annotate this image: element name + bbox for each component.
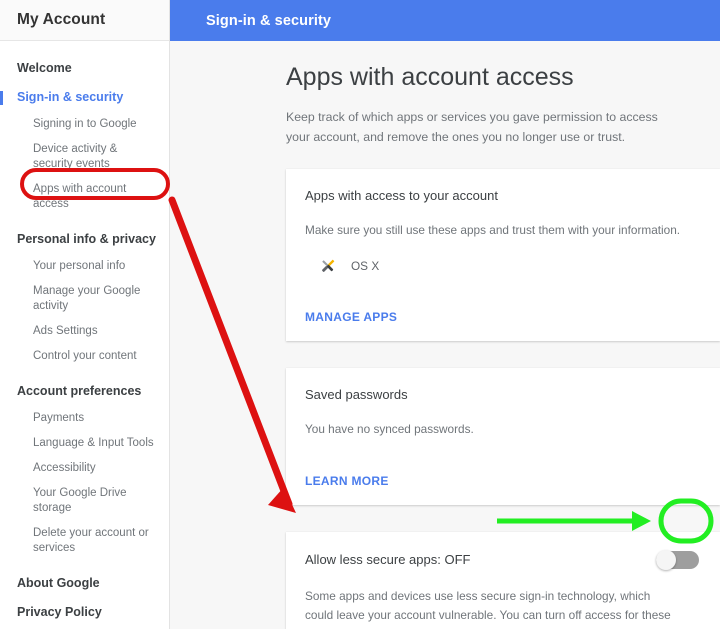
sidebar-nav: Welcome Sign-in & security Signing in to… <box>0 41 169 629</box>
sidebar-item-label: Personal info & privacy <box>17 232 156 246</box>
sidebar-item-about-google[interactable]: About Google <box>0 569 169 598</box>
sidebar-item-ads-settings[interactable]: Ads Settings <box>0 319 169 344</box>
account-header-title: My Account <box>17 11 106 28</box>
less-secure-description: Some apps and devices use less secure si… <box>305 589 671 629</box>
sidebar-item-label: Accessibility <box>33 462 96 474</box>
sidebar-item-label: Language & Input Tools <box>33 437 154 449</box>
top-bar: Sign-in & security <box>170 0 720 41</box>
sidebar-item-label: Sign-in & security <box>17 90 124 104</box>
sidebar-item-label: Account preferences <box>17 384 142 398</box>
less-secure-title: Allow less secure apps: OFF <box>305 552 471 567</box>
card-title: Saved passwords <box>305 387 408 402</box>
page-title: Apps with account access <box>286 63 574 91</box>
sidebar-item-welcome[interactable]: Welcome <box>0 54 169 83</box>
account-header: My Account <box>0 0 169 41</box>
sidebar-item-device-activity[interactable]: Device activity & security events <box>0 137 169 177</box>
card-subtitle: You have no synced passwords. <box>305 422 474 436</box>
card-subtitle: Make sure you still use these apps and t… <box>305 223 681 237</box>
card-apps-with-access: Apps with access to your account Make su… <box>286 169 720 341</box>
main-content: Apps with account access Keep track of w… <box>170 41 720 629</box>
learn-more-link[interactable]: LEARN MORE <box>305 474 389 488</box>
tools-icon <box>322 259 335 272</box>
sidebar-item-language-and-input-tools[interactable]: Language & Input Tools <box>0 431 169 456</box>
sidebar-item-label: Your personal info <box>33 260 126 272</box>
active-indicator <box>0 91 3 105</box>
card-less-secure-apps: Allow less secure apps: OFF Some apps an… <box>286 532 720 629</box>
sidebar-item-label: Welcome <box>17 61 72 75</box>
sidebar-item-signing-in-to-google[interactable]: Signing in to Google <box>0 112 169 137</box>
top-bar-title: Sign-in & security <box>206 12 332 29</box>
sidebar-item-privacy-policy[interactable]: Privacy Policy <box>0 598 169 627</box>
my-account-page: My Account Welcome Sign-in & security Si… <box>0 0 720 629</box>
less-secure-header-row: Allow less secure apps: OFF <box>305 550 701 570</box>
sidebar-item-label: Ads Settings <box>33 325 98 337</box>
sidebar-item-label: Manage your Google activity <box>33 285 141 312</box>
manage-apps-link[interactable]: MANAGE APPS <box>305 310 397 324</box>
sidebar-item-label: Payments <box>33 412 85 424</box>
list-item[interactable]: OS X <box>305 257 701 275</box>
sidebar-item-account-preferences[interactable]: Account preferences <box>0 377 169 406</box>
toggle-knob <box>656 550 676 570</box>
sidebar-item-label: Device activity & security events <box>33 143 118 170</box>
sidebar-item-accessibility[interactable]: Accessibility <box>0 456 169 481</box>
card-saved-passwords: Saved passwords You have no synced passw… <box>286 368 720 505</box>
sidebar-item-label: Delete your account or services <box>33 527 149 554</box>
less-secure-apps-toggle[interactable] <box>656 550 699 570</box>
sidebar-item-label: Signing in to Google <box>33 118 137 130</box>
sidebar-item-google-drive-storage[interactable]: Your Google Drive storage <box>0 481 169 521</box>
page-description: Keep track of which apps or services you… <box>286 110 658 144</box>
sidebar-item-label: Control your content <box>33 350 137 362</box>
app-name: OS X <box>351 259 380 273</box>
sidebar-item-payments[interactable]: Payments <box>0 406 169 431</box>
sidebar-item-delete-account-or-services[interactable]: Delete your account or services <box>0 521 169 561</box>
sidebar: My Account Welcome Sign-in & security Si… <box>0 0 170 629</box>
sidebar-item-apps-with-account-access[interactable]: Apps with account access <box>0 177 169 217</box>
sidebar-item-control-your-content[interactable]: Control your content <box>0 344 169 369</box>
sidebar-item-label: About Google <box>17 576 100 590</box>
card-title: Apps with access to your account <box>305 188 498 203</box>
sidebar-item-label: Privacy Policy <box>17 605 102 619</box>
sidebar-item-label: Apps with account access <box>33 183 127 210</box>
sidebar-item-your-personal-info[interactable]: Your personal info <box>0 254 169 279</box>
sidebar-item-personal-info-and-privacy[interactable]: Personal info & privacy <box>0 225 169 254</box>
sidebar-item-manage-google-activity[interactable]: Manage your Google activity <box>0 279 169 319</box>
sidebar-item-sign-in-and-security[interactable]: Sign-in & security <box>0 83 169 112</box>
sidebar-item-label: Your Google Drive storage <box>33 487 127 514</box>
